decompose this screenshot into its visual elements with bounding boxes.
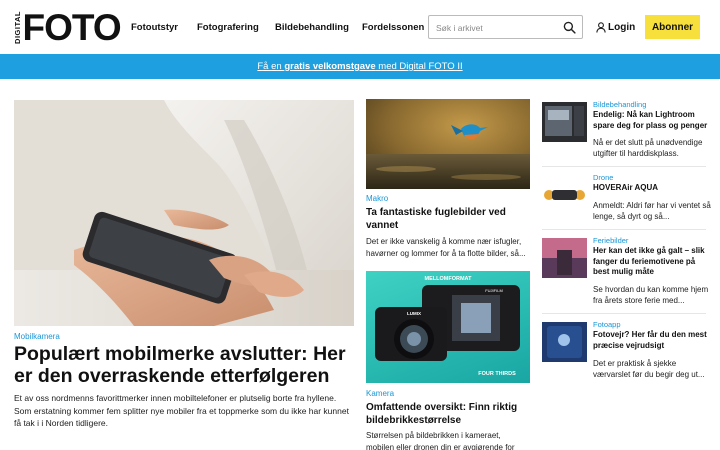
side-article-3-title[interactable]: Her kan det ikke gå galt – slik fanger d…: [593, 246, 712, 278]
main-article-image[interactable]: [14, 100, 354, 326]
nav-fotografering[interactable]: Fotografering: [197, 0, 259, 54]
divider: [542, 229, 706, 230]
mid-article-2-category[interactable]: Kamera: [366, 389, 394, 398]
side-article-3-category: Feriebilder: [593, 236, 629, 245]
site-header: DIGITAL FOTO Fotoutstyr Fotografering Bi…: [0, 0, 720, 54]
side-article-2-title[interactable]: HOVERAir AQUA: [593, 183, 712, 194]
search-icon[interactable]: [563, 21, 576, 34]
mid-article-1-title[interactable]: Ta fantastiske fuglebilder ved vannet: [366, 207, 530, 232]
main-article-title[interactable]: Populært mobilmerke avslutter: Her er de…: [14, 343, 354, 387]
nav-fordelssonen[interactable]: Fordelssonen: [362, 0, 424, 54]
kingfisher-photo: [366, 99, 530, 189]
nav-fotoutstyr[interactable]: Fotoutstyr: [131, 0, 178, 54]
banner-text-bold: gratis velkomstgave: [284, 61, 376, 72]
banner-text-pre: Få en: [257, 61, 285, 72]
mid-article-1-category[interactable]: Makro: [366, 194, 388, 203]
cameras-photo: MELLOMFORMAT FUJIFILM LUMIX FOUR THIRDS: [375, 276, 520, 377]
image-label-mellomformat: MELLOMFORMAT: [425, 276, 473, 282]
mid-article-1-image[interactable]: [366, 99, 530, 189]
side-article-2-category: Drone: [593, 173, 614, 182]
side-article-4-category: Fotoapp: [593, 320, 621, 329]
promo-banner-link[interactable]: Få en gratis velkomstgave med Digital FO…: [257, 61, 462, 72]
mid-article-2-title[interactable]: Omfattende oversikt: Finn riktig bildebr…: [366, 402, 530, 427]
mid-article-2-image[interactable]: MELLOMFORMAT FUJIFILM LUMIX FOUR THIRDS: [366, 271, 530, 383]
promo-banner: Få en gratis velkomstgave med Digital FO…: [0, 54, 720, 79]
search-input[interactable]: [436, 20, 556, 35]
side-article-1-description: Nå er det slutt på unødvendige utgifter …: [593, 138, 703, 158]
login-link[interactable]: Login: [596, 17, 635, 37]
side-article-3-thumbnail: [542, 238, 587, 278]
logo-small-text: DIGITAL: [13, 10, 22, 44]
mid-article-1-description: Det er ikke vanskelig å komme nær isfugl…: [366, 237, 526, 258]
search-box: [428, 15, 583, 39]
main-article-category[interactable]: Mobilkamera: [14, 332, 60, 341]
side-article-1-category: Bildebehandling: [593, 100, 647, 109]
banner-text-post: med Digital FOTO II: [375, 61, 463, 72]
subscribe-button[interactable]: Abonner: [645, 15, 700, 39]
side-article-1-thumbnail: [542, 102, 587, 142]
main-article-description: Et av oss nordmenns favorittmerker innen…: [14, 393, 349, 428]
hand-phone-photo: [14, 100, 354, 326]
image-label-lumix: LUMIX: [407, 311, 421, 316]
mid-article-2-description: Størrelsen på bildebrikken i kameraet, m…: [366, 431, 515, 450]
side-article-3-description: Se hvordan du kan komme hjem fra årets s…: [593, 285, 709, 305]
divider: [542, 313, 706, 314]
side-article-4-title[interactable]: Fotovejr? Her får du den mest præcise ve…: [593, 330, 712, 351]
site-logo[interactable]: DIGITAL FOTO: [13, 6, 122, 48]
side-article-4-thumbnail: [542, 322, 587, 362]
user-icon: [596, 21, 606, 33]
image-label-four-thirds: FOUR THIRDS: [478, 371, 516, 377]
image-label-fujifilm: FUJIFILM: [485, 288, 503, 293]
side-article-4-description: Det er praktisk å sjekke værvarslet før …: [593, 359, 705, 379]
login-label: Login: [608, 21, 636, 33]
divider: [542, 166, 706, 167]
logo-big-text: FOTO: [22, 6, 122, 48]
side-article-2-thumbnail: [542, 175, 587, 215]
side-article-1-title[interactable]: Endelig: Nå kan Lightroom spare deg for …: [593, 110, 712, 131]
nav-bildebehandling[interactable]: Bildebehandling: [275, 0, 349, 54]
side-article-2-description: Anmeldt: Aldri før har vi ventet så leng…: [593, 201, 711, 221]
